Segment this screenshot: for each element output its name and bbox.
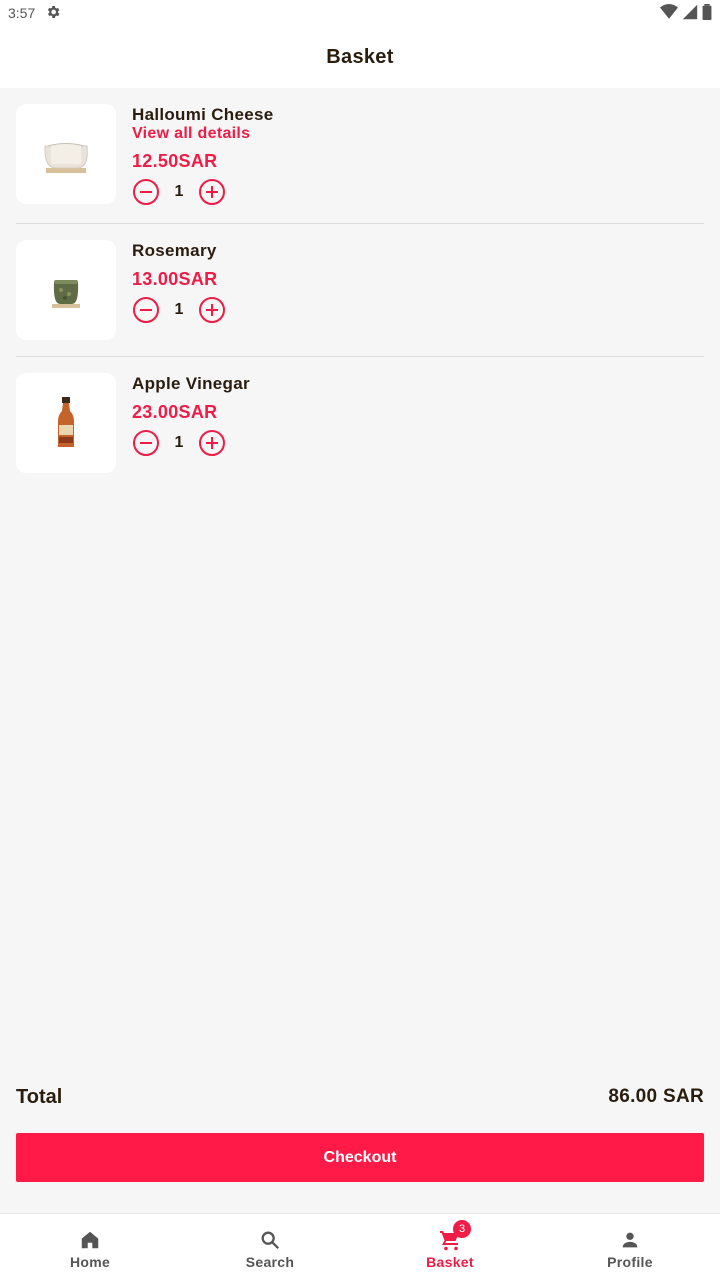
quantity-stepper: 1 <box>132 428 250 458</box>
total-label: Total <box>16 1085 63 1108</box>
minus-circle-icon[interactable] <box>132 178 160 206</box>
product-image-halloumi[interactable] <box>16 104 116 204</box>
minus-circle-icon[interactable] <box>132 296 160 324</box>
wifi-icon <box>660 3 678 23</box>
basket-item: Halloumi Cheese View all details 12.50SA… <box>16 88 704 224</box>
nav-item-profile[interactable]: Profile <box>540 1214 720 1280</box>
item-price: 13.00SAR <box>132 269 218 289</box>
nav-item-home[interactable]: Home <box>0 1214 180 1280</box>
view-details-link[interactable]: View all details <box>132 125 274 143</box>
item-price: 23.00SAR <box>132 402 218 422</box>
quantity-value: 1 <box>174 183 184 200</box>
home-icon <box>78 1228 102 1252</box>
product-image-rosemary[interactable] <box>16 240 116 340</box>
nav-item-search[interactable]: Search <box>180 1214 360 1280</box>
plus-circle-icon[interactable] <box>198 296 226 324</box>
total-row: Total 86.00 SAR <box>16 1082 704 1112</box>
minus-circle-icon[interactable] <box>132 429 160 457</box>
item-price: 12.50SAR <box>132 151 218 171</box>
item-name: Halloumi Cheese <box>132 105 274 124</box>
basket-item: Rosemary 13.00SAR 1 <box>16 224 704 357</box>
nav-label: Basket <box>426 1254 474 1270</box>
nav-label: Search <box>245 1254 295 1270</box>
app-header: Basket <box>0 26 720 88</box>
battery-icon <box>702 3 712 23</box>
item-name: Apple Vinegar <box>132 374 250 393</box>
bottom-nav: Home Search 3 Basket Profile <box>0 1213 720 1280</box>
total-value: 86.00 SAR <box>608 1086 704 1107</box>
checkout-button[interactable]: Checkout <box>16 1133 704 1182</box>
status-bar: 3:57 <box>0 0 720 26</box>
settings-icon <box>45 4 61 23</box>
nav-label: Profile <box>607 1254 653 1270</box>
quantity-value: 1 <box>174 301 184 318</box>
item-name: Rosemary <box>132 241 217 260</box>
nav-label: Home <box>69 1254 111 1270</box>
search-icon <box>258 1228 282 1252</box>
quantity-stepper: 1 <box>132 295 226 325</box>
nav-item-basket[interactable]: 3 Basket <box>360 1214 540 1280</box>
basket-list: Halloumi Cheese View all details 12.50SA… <box>16 88 704 489</box>
cart-count-badge: 3 <box>453 1220 471 1238</box>
cart-icon: 3 <box>438 1220 471 1252</box>
quantity-stepper: 1 <box>132 177 274 207</box>
product-image-apple-vinegar[interactable] <box>16 373 116 473</box>
plus-circle-icon[interactable] <box>198 429 226 457</box>
plus-circle-icon[interactable] <box>198 178 226 206</box>
status-time: 3:57 <box>8 5 36 21</box>
page-title: Basket <box>326 45 394 68</box>
signal-icon <box>682 4 698 23</box>
basket-item: Apple Vinegar 23.00SAR 1 <box>16 357 704 489</box>
quantity-value: 1 <box>174 434 184 451</box>
person-icon <box>618 1228 642 1252</box>
